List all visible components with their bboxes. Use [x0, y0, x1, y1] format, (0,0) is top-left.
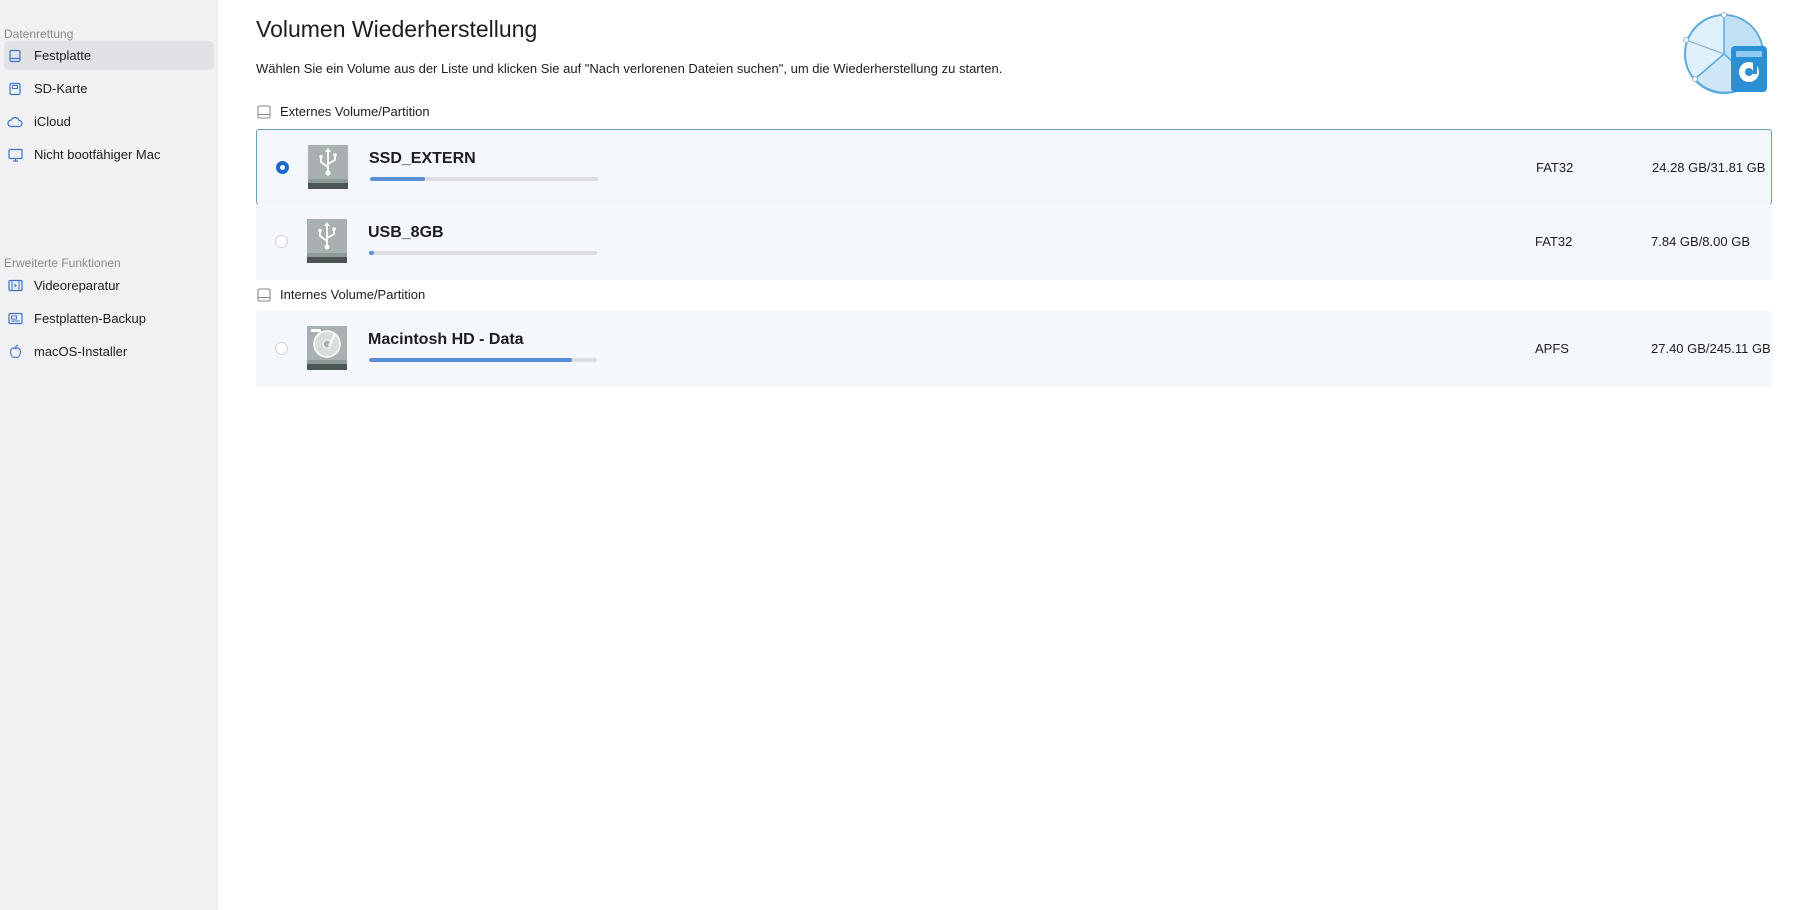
volume-radio[interactable] [275, 235, 288, 248]
sidebar-item-label: macOS-Installer [34, 344, 128, 359]
sd-card-icon [7, 81, 23, 97]
volume-name: Macintosh HD - Data [368, 331, 524, 348]
sidebar-item-label: Nicht bootfähiger Mac [34, 147, 161, 162]
monitor-icon [7, 147, 23, 163]
volume-row-ssd-extern[interactable]: SSD_EXTERN FAT32 24.28 GB/31.81 GB [256, 129, 1772, 205]
volume-usage-bar [369, 251, 597, 255]
external-group-label: Externes Volume/Partition [280, 104, 430, 119]
internal-volumes-header: Internes Volume/Partition [256, 287, 425, 302]
volume-usage-bar [370, 177, 598, 181]
hard-drive-icon [7, 48, 23, 64]
external-volumes-header: Externes Volume/Partition [256, 104, 430, 119]
volume-name: USB_8GB [368, 224, 444, 241]
sidebar-item-label: Festplatte [34, 48, 92, 63]
sidebar-item-sd-karte[interactable]: SD-Karte [4, 74, 214, 103]
volume-usage-fill [370, 177, 425, 181]
volume-filesystem: FAT32 [1536, 160, 1574, 175]
sidebar-section-recovery: Datenrettung [4, 27, 74, 41]
page-title: Volumen Wiederherstellung [256, 16, 538, 42]
drive-group-icon [256, 104, 272, 119]
volume-radio[interactable] [276, 161, 289, 174]
film-icon [7, 278, 23, 294]
sidebar-item-label: Festplatten-Backup [34, 311, 147, 326]
volume-row-usb-8gb[interactable]: USB_8GB FAT32 7.84 GB/8.00 GB [256, 204, 1772, 280]
volume-usage-fill [369, 358, 572, 362]
usb-drive-icon [306, 143, 350, 191]
sidebar-item-label: SD-Karte [34, 81, 88, 96]
backup-icon [7, 311, 23, 327]
page-subtitle: Wählen Sie ein Volume aus der Liste und … [256, 61, 1003, 76]
sidebar-item-icloud[interactable]: iCloud [4, 107, 214, 136]
main-content: Volumen Wiederherstellung Wählen Sie ein… [218, 0, 1800, 910]
volume-size: 7.84 GB/8.00 GB [1651, 234, 1751, 249]
volume-filesystem: FAT32 [1535, 234, 1573, 249]
usb-drive-icon [305, 217, 349, 265]
sidebar-item-videoreparatur[interactable]: Videoreparatur [4, 271, 214, 300]
app-logo-icon [1681, 10, 1771, 100]
sidebar-item-macos-installer[interactable]: macOS-Installer [4, 337, 214, 366]
sidebar-item-festplatten-backup[interactable]: Festplatten-Backup [4, 304, 214, 333]
sidebar-section-advanced: Erweiterte Funktionen [4, 256, 121, 270]
cloud-icon [7, 114, 23, 130]
internal-group-label: Internes Volume/Partition [280, 287, 426, 302]
volume-size: 27.40 GB/245.11 GB [1651, 341, 1771, 356]
sidebar-item-nicht-bootfaehiger-mac[interactable]: Nicht bootfähiger Mac [4, 140, 214, 169]
volume-name: SSD_EXTERN [369, 150, 476, 167]
volume-usage-fill [369, 251, 374, 255]
internal-disk-icon [305, 324, 349, 372]
sidebar-item-label: iCloud [34, 114, 71, 129]
sidebar-item-label: Videoreparatur [34, 278, 120, 293]
volume-usage-bar [369, 358, 597, 362]
volume-size: 24.28 GB/31.81 GB [1652, 160, 1766, 175]
sidebar: Datenrettung Festplatte SD-Karte iCloud … [0, 0, 218, 910]
apple-icon [7, 344, 23, 360]
sidebar-item-festplatte[interactable]: Festplatte [4, 41, 214, 70]
drive-group-icon [256, 287, 272, 302]
volume-radio[interactable] [275, 342, 288, 355]
volume-row-macintosh-hd-data[interactable]: Macintosh HD - Data APFS 27.40 GB/245.11… [256, 311, 1772, 387]
volume-filesystem: APFS [1535, 341, 1569, 356]
